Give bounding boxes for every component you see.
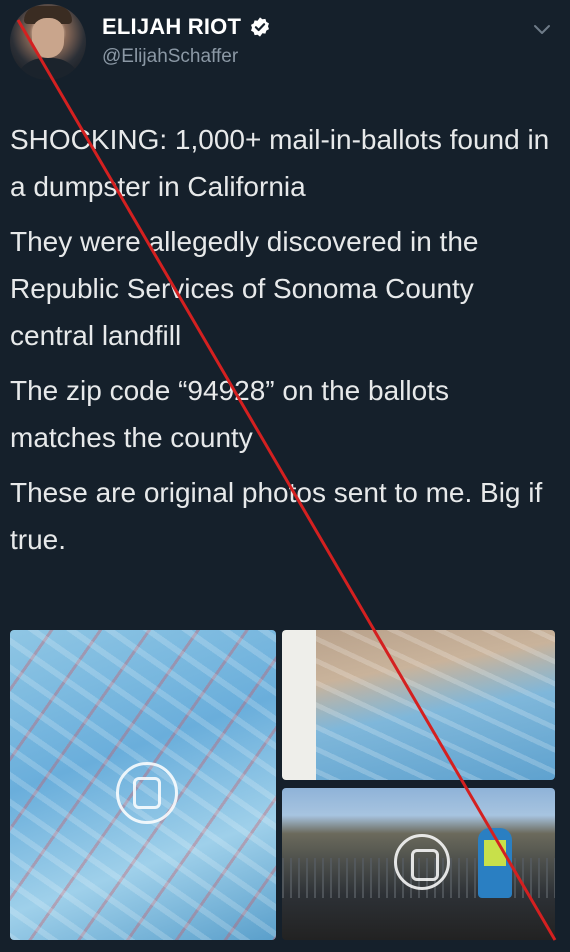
tweet-paragraph: These are original photos sent to me. Bi…	[10, 477, 543, 555]
media-image-dumpster[interactable]	[282, 630, 555, 780]
media-image-landfill[interactable]	[282, 788, 555, 940]
tweet-paragraph: SHOCKING: 1,000+ mail-in-ballots found i…	[10, 124, 550, 202]
media-grid	[10, 630, 555, 940]
author-display-name[interactable]: ELIJAH RIOT	[102, 14, 241, 40]
verified-badge-icon	[251, 17, 270, 37]
tweet-paragraph: They were allegedly discovered in the Re…	[10, 226, 479, 351]
watermark-logo-icon	[116, 762, 178, 824]
avatar-shirt	[14, 58, 82, 80]
author-handle[interactable]: @ElijahSchaffer	[102, 46, 238, 68]
worker-vest	[484, 840, 506, 866]
tweet-paragraph: The zip code “94928” on the ballots matc…	[10, 375, 449, 453]
tweet-text: SHOCKING: 1,000+ mail-in-ballots found i…	[10, 116, 560, 571]
watermark-logo-icon	[394, 834, 450, 890]
avatar-face	[32, 18, 64, 58]
avatar[interactable]	[10, 4, 86, 80]
media-image-ballots[interactable]	[10, 630, 276, 940]
chevron-down-icon[interactable]	[532, 22, 552, 36]
author-name-row[interactable]: ELIJAH RIOT	[102, 14, 271, 40]
